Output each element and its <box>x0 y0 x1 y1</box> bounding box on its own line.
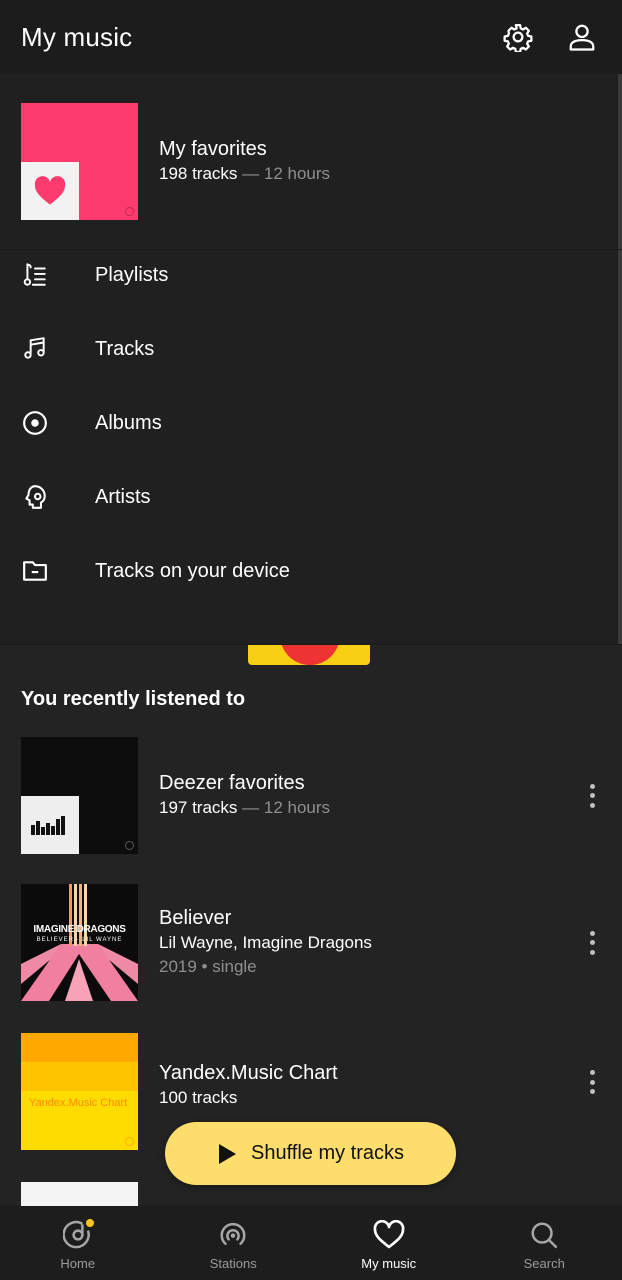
cover-logo-icon <box>125 1137 134 1146</box>
favorites-duration: — 12 hours <box>242 164 331 183</box>
cover-logo-icon <box>125 207 134 216</box>
menu-label-albums: Albums <box>95 411 162 434</box>
profile-button[interactable] <box>562 17 602 57</box>
heart-icon <box>34 176 66 205</box>
more-options-button[interactable] <box>584 1067 600 1097</box>
nav-home[interactable]: Home <box>0 1206 156 1280</box>
favorites-text: My favorites 198 tracks — 12 hours <box>159 137 330 186</box>
cover-logo-icon <box>125 841 134 850</box>
recent-item-subtitle: 197 tracks — 12 hours <box>159 796 330 820</box>
promo-badge-accent <box>280 645 340 665</box>
menu-item-tracks[interactable]: Tracks <box>0 312 622 386</box>
recent-item-title: Deezer favorites <box>159 772 305 794</box>
more-dot-icon <box>589 793 595 798</box>
user-icon <box>569 24 595 51</box>
recent-item-text: Yandex.Music Chart 100 tracks <box>159 1061 338 1110</box>
play-icon <box>218 1143 236 1164</box>
more-options-button[interactable] <box>584 781 600 811</box>
favorites-cover <box>21 103 138 220</box>
believer-cover-subtitle: BELIEVER · LIL WAYNE <box>36 937 123 943</box>
nav-label-home: Home <box>60 1256 96 1271</box>
recent-item-tracks: 100 tracks <box>159 1088 238 1107</box>
recent-item-text: Believer Lil Wayne, Imagine Dragons 2019… <box>159 906 372 979</box>
home-icon <box>61 1218 95 1252</box>
recent-item-meta: 2019 • single <box>159 957 257 976</box>
menu-label-artists: Artists <box>95 485 151 508</box>
settings-button[interactable] <box>498 17 538 57</box>
recent-item-believer[interactable]: IMAGINE DRAGONS BELIEVER · LIL WAYNE Bel… <box>0 884 622 1001</box>
top-app-bar: My music <box>0 0 622 74</box>
more-dot-icon <box>589 783 595 789</box>
menu-label-device-tracks: Tracks on your device <box>95 559 290 582</box>
recent-item-title: Yandex.Music Chart <box>159 1062 338 1084</box>
menu-item-artists[interactable]: Artists <box>0 460 622 534</box>
shuffle-label: Shuffle my tracks <box>250 1142 405 1164</box>
library-menu: Playlists Tracks Albums Artists Tracks o… <box>0 238 622 608</box>
recent-item-partial-cover[interactable] <box>21 1182 138 1206</box>
more-dot-icon <box>589 940 595 945</box>
artist-icon <box>21 483 49 511</box>
believer-cover: IMAGINE DRAGONS BELIEVER · LIL WAYNE <box>21 884 138 1001</box>
music-note-icon <box>21 335 49 363</box>
album-icon <box>21 409 49 437</box>
more-dot-icon <box>589 802 595 808</box>
yandex-chart-cover: Yandex.Music Chart <box>21 1033 138 1150</box>
recent-item-text: Deezer favorites 197 tracks — 12 hours <box>159 771 330 820</box>
recent-item-artists: Lil Wayne, Imagine Dragons <box>159 933 372 952</box>
cover-heart-block <box>21 162 79 220</box>
believer-cover-title: IMAGINE DRAGONS <box>33 924 126 935</box>
recent-heading: You recently listened to <box>21 688 246 710</box>
nav-label-stations: Stations <box>209 1256 257 1271</box>
more-dot-icon <box>589 1070 595 1076</box>
favorites-card[interactable]: My favorites 198 tracks — 12 hours <box>0 74 622 250</box>
menu-item-device-tracks[interactable]: Tracks on your device <box>0 534 622 608</box>
favorites-tracks: 198 tracks <box>159 164 238 183</box>
bottom-navigation: Home Stations My music Search <box>0 1206 622 1280</box>
recent-item-tracks: 197 tracks <box>159 798 238 817</box>
nav-label-my-music: My music <box>361 1256 417 1271</box>
yandex-cover-title: Yandex.Music Chart <box>29 1097 128 1109</box>
more-dot-icon <box>589 1089 595 1095</box>
heart-icon <box>372 1218 406 1252</box>
menu-label-tracks: Tracks <box>95 337 155 360</box>
more-dot-icon <box>589 930 595 936</box>
menu-item-playlists[interactable]: Playlists <box>0 238 622 312</box>
equalizer-icon <box>31 816 65 835</box>
nav-stations[interactable]: Stations <box>156 1206 312 1280</box>
gear-icon <box>503 24 533 52</box>
menu-item-albums[interactable]: Albums <box>0 386 622 460</box>
search-icon <box>527 1218 561 1252</box>
nav-my-music[interactable]: My music <box>311 1206 467 1280</box>
radio-icon <box>216 1218 250 1252</box>
favorites-title: My favorites <box>159 138 267 160</box>
deezer-favorites-cover <box>21 737 138 854</box>
page-title: My music <box>21 21 133 52</box>
nav-label-search: Search <box>523 1256 565 1271</box>
shuffle-button[interactable]: Shuffle my tracks <box>165 1122 456 1185</box>
cover-band <box>21 1062 138 1091</box>
recent-item-duration: — 12 hours <box>242 798 331 817</box>
playlist-icon <box>21 261 49 289</box>
more-options-button[interactable] <box>584 928 600 958</box>
promo-badge[interactable] <box>248 645 370 665</box>
nav-search[interactable]: Search <box>467 1206 622 1280</box>
recent-item-deezer-favorites[interactable]: Deezer favorites 197 tracks — 12 hours <box>0 737 622 854</box>
folder-icon <box>21 557 49 585</box>
more-dot-icon <box>589 949 595 955</box>
notification-dot <box>85 1219 94 1227</box>
menu-label-playlists: Playlists <box>95 263 169 286</box>
recent-item-title: Believer <box>159 907 232 929</box>
app-root: My music My favorites 198 tracks — 12 ho… <box>0 0 622 1280</box>
equalizer-block <box>21 796 79 854</box>
more-dot-icon <box>589 1079 595 1085</box>
cover-band <box>21 1033 138 1062</box>
favorites-subtitle: 198 tracks — 12 hours <box>159 162 330 186</box>
